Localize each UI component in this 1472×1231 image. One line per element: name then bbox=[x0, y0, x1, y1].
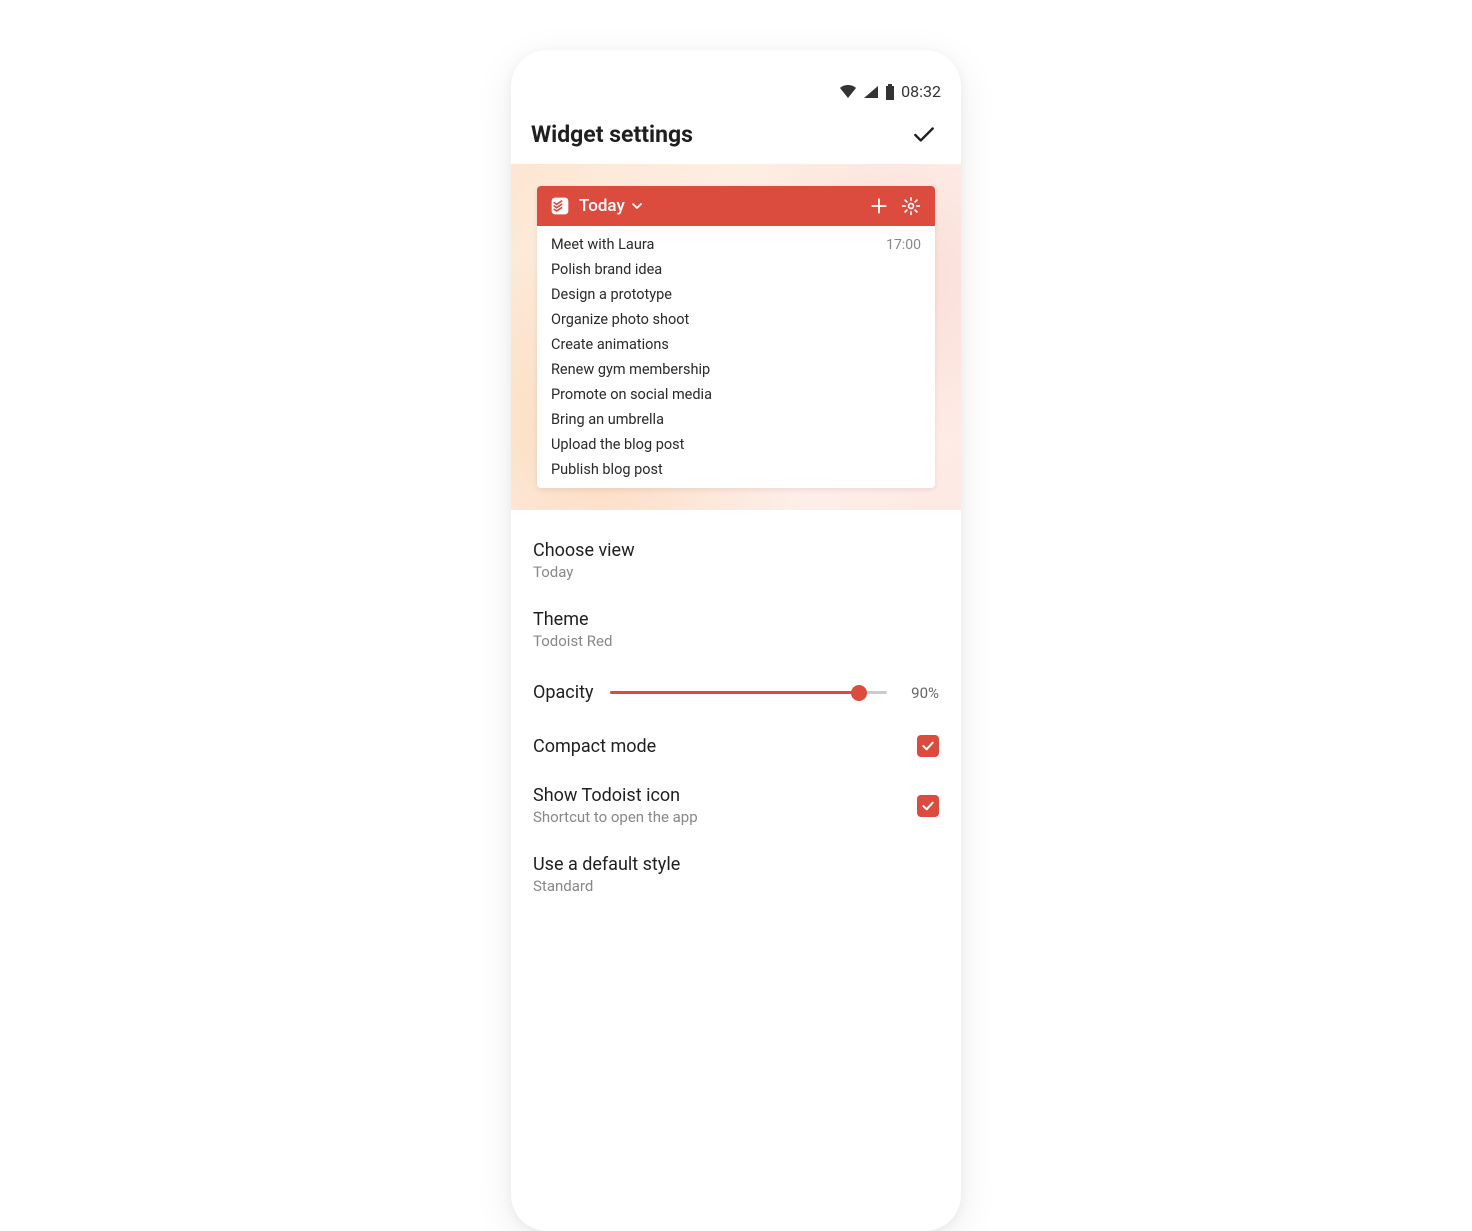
task-title: Upload the blog post bbox=[551, 436, 684, 453]
task-row[interactable]: Design a prototype bbox=[537, 282, 935, 307]
check-icon bbox=[920, 798, 936, 814]
todoist-logo-icon bbox=[549, 195, 571, 217]
opacity-setting: Opacity 90% bbox=[533, 664, 939, 721]
slider-fill bbox=[610, 691, 860, 694]
opacity-slider[interactable] bbox=[610, 683, 888, 703]
show-icon-checkbox[interactable] bbox=[917, 795, 939, 817]
slider-thumb[interactable] bbox=[851, 685, 867, 701]
widget-header: Today bbox=[537, 186, 935, 226]
setting-label: Opacity bbox=[533, 682, 594, 703]
theme-setting[interactable]: Theme Todoist Red bbox=[533, 595, 939, 664]
page-title: Widget settings bbox=[531, 121, 693, 148]
widget-card: Today Meet with Laura 17:00 Polish brand … bbox=[537, 186, 935, 488]
setting-subtitle: Shortcut to open the app bbox=[533, 808, 698, 826]
widget-preview-area: Today Meet with Laura 17:00 Polish brand … bbox=[511, 164, 961, 510]
widget-settings-button[interactable] bbox=[899, 194, 923, 218]
opacity-value: 90% bbox=[903, 684, 939, 702]
task-row[interactable]: Organize photo shoot bbox=[537, 307, 935, 332]
confirm-button[interactable] bbox=[911, 122, 937, 148]
cellular-icon bbox=[863, 85, 879, 99]
wifi-icon bbox=[839, 85, 857, 99]
task-row[interactable]: Polish brand idea bbox=[537, 257, 935, 282]
task-row[interactable]: Upload the blog post bbox=[537, 432, 935, 457]
task-title: Organize photo shoot bbox=[551, 311, 689, 328]
phone-frame: 08:32 Widget settings Today bbox=[511, 50, 961, 1231]
settings-list: Choose view Today Theme Todoist Red Opac… bbox=[511, 510, 961, 909]
task-row[interactable]: Publish blog post bbox=[537, 457, 935, 482]
setting-value: Today bbox=[533, 563, 939, 581]
task-title: Publish blog post bbox=[551, 461, 663, 478]
show-todoist-icon-setting[interactable]: Show Todoist icon Shortcut to open the a… bbox=[533, 771, 939, 840]
task-row[interactable]: Promote on social media bbox=[537, 382, 935, 407]
setting-label: Use a default style bbox=[533, 854, 939, 875]
task-row[interactable]: Meet with Laura 17:00 bbox=[537, 232, 935, 257]
choose-view-setting[interactable]: Choose view Today bbox=[533, 526, 939, 595]
setting-value: Todoist Red bbox=[533, 632, 939, 650]
add-task-button[interactable] bbox=[867, 194, 891, 218]
compact-mode-setting[interactable]: Compact mode bbox=[533, 721, 939, 771]
task-title: Create animations bbox=[551, 336, 669, 353]
task-time: 17:00 bbox=[886, 237, 921, 253]
task-row[interactable]: Bring an umbrella bbox=[537, 407, 935, 432]
setting-label: Compact mode bbox=[533, 736, 656, 757]
setting-label: Choose view bbox=[533, 540, 939, 561]
task-title: Design a prototype bbox=[551, 286, 672, 303]
chevron-down-icon bbox=[631, 200, 643, 212]
task-title: Meet with Laura bbox=[551, 236, 654, 253]
widget-filter-label: Today bbox=[579, 196, 625, 216]
setting-label: Theme bbox=[533, 609, 939, 630]
task-row[interactable]: Create animations bbox=[537, 332, 935, 357]
app-header: Widget settings bbox=[511, 105, 961, 164]
task-list: Meet with Laura 17:00 Polish brand idea D… bbox=[537, 226, 935, 488]
widget-filter-dropdown[interactable]: Today bbox=[579, 196, 643, 216]
task-title: Bring an umbrella bbox=[551, 411, 664, 428]
status-bar: 08:32 bbox=[511, 74, 961, 105]
setting-value: Standard bbox=[533, 877, 939, 895]
check-icon bbox=[920, 738, 936, 754]
setting-label: Show Todoist icon bbox=[533, 785, 698, 806]
clock-text: 08:32 bbox=[901, 82, 941, 101]
task-title: Polish brand idea bbox=[551, 261, 662, 278]
task-title: Promote on social media bbox=[551, 386, 712, 403]
task-title: Renew gym membership bbox=[551, 361, 710, 378]
battery-icon bbox=[885, 84, 895, 100]
compact-mode-checkbox[interactable] bbox=[917, 735, 939, 757]
task-row[interactable]: Renew gym membership bbox=[537, 357, 935, 382]
default-style-setting[interactable]: Use a default style Standard bbox=[533, 840, 939, 909]
